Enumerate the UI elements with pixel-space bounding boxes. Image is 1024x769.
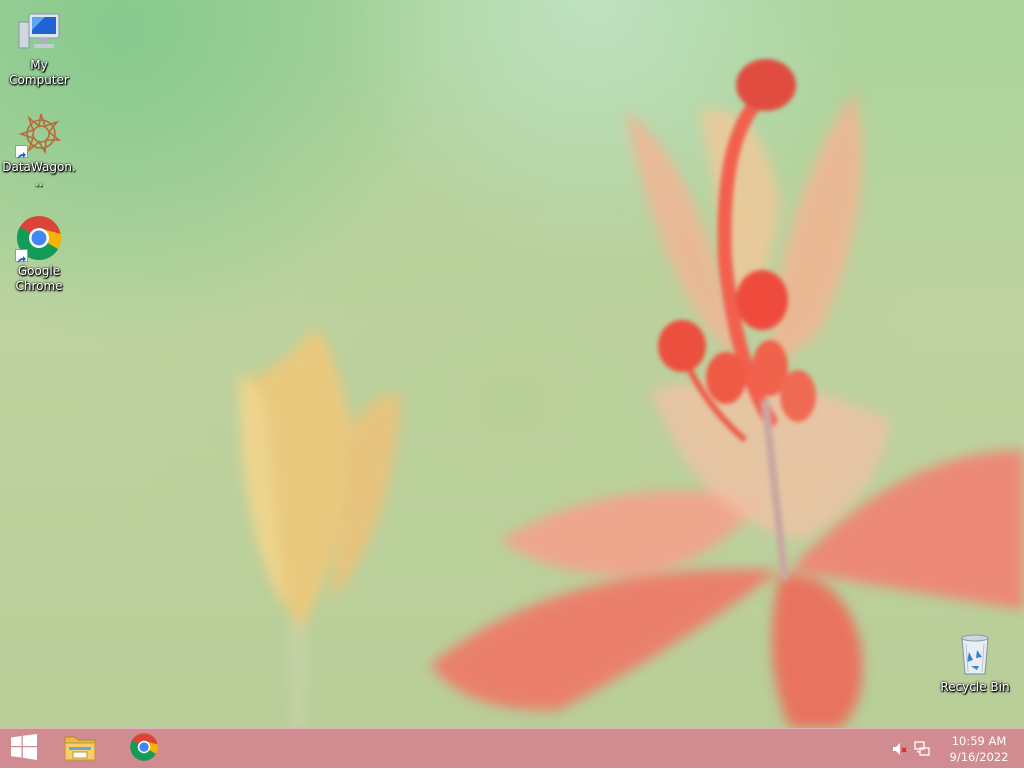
computer-icon bbox=[15, 8, 63, 56]
volume-muted-icon[interactable] bbox=[892, 741, 908, 757]
taskbar-clock[interactable]: 10:59 AM 9/16/2022 bbox=[944, 733, 1014, 765]
desktop-icon-label: DataWagon... bbox=[2, 160, 76, 189]
desktop-icon-recycle-bin[interactable]: Recycle Bin bbox=[937, 630, 1013, 695]
datawagon-icon bbox=[15, 110, 63, 159]
desktop-icon-my-computer[interactable]: My Computer bbox=[1, 8, 77, 88]
windows-logo-icon bbox=[10, 733, 38, 765]
clock-time: 10:59 AM bbox=[951, 734, 1007, 748]
taskbar: 10:59 AM 9/16/2022 bbox=[0, 728, 1024, 768]
start-button[interactable] bbox=[0, 729, 48, 769]
wallpaper-flower-image bbox=[239, 59, 1024, 728]
desktop-icon-label: My Computer bbox=[9, 58, 69, 87]
clock-date: 9/16/2022 bbox=[949, 750, 1009, 764]
shortcut-arrow-icon bbox=[15, 145, 28, 159]
desktop-icon-label: Google Chrome bbox=[15, 264, 63, 293]
network-icon[interactable] bbox=[914, 741, 930, 757]
chrome-icon bbox=[129, 732, 159, 766]
desktop-icon-label: Recycle Bin bbox=[940, 680, 1010, 694]
taskbar-chrome-button[interactable] bbox=[120, 729, 168, 769]
desktop-icon-datawagon[interactable]: DataWagon... bbox=[1, 110, 77, 190]
recycle-bin-icon bbox=[951, 630, 999, 678]
desktop-icon-google-chrome[interactable]: Google Chrome bbox=[1, 214, 77, 294]
desktop[interactable]: My Computer DataWagon... Google Chrome R… bbox=[0, 0, 1024, 728]
shortcut-arrow-icon bbox=[15, 249, 28, 263]
folder-icon bbox=[63, 732, 97, 766]
chrome-icon bbox=[15, 214, 63, 263]
taskbar-file-explorer-button[interactable] bbox=[56, 729, 104, 769]
system-tray: 10:59 AM 9/16/2022 bbox=[884, 729, 1024, 769]
